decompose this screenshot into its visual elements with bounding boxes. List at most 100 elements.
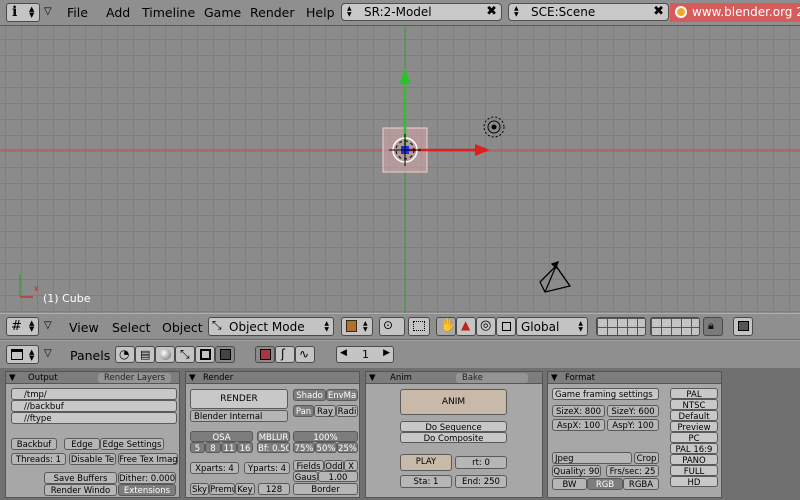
3d-viewport[interactable]: x (1) Cube [0,26,800,313]
preset-pal169[interactable]: PAL 16:9 [670,443,718,454]
do-composite-toggle[interactable]: Do Composite [400,432,507,443]
render-engine-menu[interactable]: Blender Internal [190,410,288,422]
context-object-button[interactable]: ⤡ [175,346,195,363]
osa-16[interactable]: 16 [237,442,253,453]
scale-manip-button[interactable] [496,317,516,336]
tab-bake[interactable]: Bake [456,373,528,383]
game-framing-button[interactable]: Game framing settings [552,388,659,400]
editor-type-button[interactable]: # ▲ ▼ [6,317,39,336]
preset-pal[interactable]: PAL [670,388,718,399]
window-type-button[interactable]: i ▲ ▼ [6,3,40,22]
fields-toggle[interactable]: Fields [293,460,324,471]
rgba-toggle[interactable]: RGBA [623,478,659,490]
render-button[interactable]: RENDER [190,389,288,409]
layer-buttons-right[interactable] [650,317,700,336]
scene-name[interactable]: SCE:Scene [531,4,595,20]
rotate-manip-button[interactable]: ◎ [476,317,496,336]
context-logic-button[interactable]: ◔ [115,346,135,363]
menu-render[interactable]: Render [250,5,295,20]
layer-buttons-left[interactable] [596,317,646,336]
shadow-toggle[interactable]: Shado [293,389,326,401]
orientation-label[interactable]: Global [521,320,559,334]
mode-label[interactable]: Object Mode [229,320,305,334]
frame-number[interactable]: 1 [362,348,369,361]
edge-toggle[interactable]: Edge [64,438,100,450]
yparts-field[interactable]: Yparts: 4 [244,462,290,474]
mblur-toggle[interactable]: MBLUR [257,431,290,442]
dotted-frame-button[interactable] [408,317,430,336]
threads-field[interactable]: Threads: 1 [11,453,66,465]
context-scene-button[interactable] [215,346,235,363]
radio-toggle[interactable]: Radi [336,405,358,417]
preset-default[interactable]: Default [670,410,718,421]
close-icon[interactable]: ✖ [486,4,497,20]
lock-layers-button[interactable]: 🔒︎ [703,317,723,336]
menu-help[interactable]: Help [306,5,335,20]
manipulator-toggle[interactable]: ✋ [436,317,456,336]
crop-toggle[interactable]: Crop [634,452,659,464]
sub-render-button[interactable] [255,346,275,363]
osa-11[interactable]: 11 [221,442,237,453]
menu-add[interactable]: Add [106,5,130,20]
backbuf-toggle[interactable]: Backbuf [11,438,57,450]
panels-menu[interactable]: Panels [70,348,110,363]
size-25[interactable]: 25% [337,442,358,453]
sizey-field[interactable]: SizeY: 600 [607,405,659,417]
play-button[interactable]: PLAY [400,454,452,471]
menu-select[interactable]: Select [112,320,151,335]
edge-settings-button[interactable]: Edge Settings [100,438,164,450]
sub-anim-button[interactable]: ʃ [275,346,295,363]
collapse-menu-icon[interactable]: ▽ [44,348,52,359]
right-arrow-icon[interactable]: ▶ [383,348,390,358]
quality-field[interactable]: Quality: 90 [552,465,601,477]
frame-field[interactable]: ◀ 1 ▶ [336,346,394,363]
pan-toggle[interactable]: Pan [293,405,314,417]
gauss-value-field[interactable]: 1.00 [318,471,358,482]
premul-toggle[interactable]: Premu [209,483,235,495]
left-arrow-icon[interactable]: ◀ [340,348,347,358]
output-path-field[interactable]: /tmp/ [11,388,177,400]
bf-field[interactable]: Bf: 0.50 [257,442,290,453]
menu-object[interactable]: Object [162,320,203,335]
osa-5[interactable]: 5 [190,442,205,453]
tile-size-menu[interactable]: 128 [258,483,290,495]
odd-toggle[interactable]: Odd [324,460,344,471]
preset-preview[interactable]: Preview [670,421,718,432]
rgb-toggle[interactable]: RGB [587,478,623,490]
editor-type-button[interactable]: ▲ ▼ [6,345,39,364]
context-script-button[interactable]: ▤ [135,346,155,363]
collapse-menu-icon[interactable]: ▽ [44,6,52,17]
ray-toggle[interactable]: Ray [314,405,336,417]
bw-toggle[interactable]: BW [552,478,587,490]
rt-field[interactable]: rt: 0 [455,456,507,469]
key-toggle[interactable]: Key [235,483,255,495]
menu-timeline[interactable]: Timeline [142,5,195,20]
screen-selector[interactable]: ▲ ▼ SR:2-Model ✖ [341,3,502,21]
disable-tex-toggle[interactable]: Disable Te [69,453,116,465]
context-editing-button[interactable] [195,346,215,363]
close-icon[interactable]: ✖ [653,4,664,20]
pivot-button[interactable]: ⊙ [379,317,405,336]
size-50[interactable]: 50% [315,442,337,453]
tab-anim[interactable]: Anim [390,373,412,383]
preset-hd[interactable]: HD [670,476,718,487]
collapse-arrow-icon[interactable]: ▼ [189,373,196,383]
backbuf-path-field[interactable]: //backbuf [11,400,177,412]
render-view-button[interactable] [733,317,753,336]
context-shading-button[interactable] [155,346,175,363]
size-75[interactable]: 75% [293,442,315,453]
menu-game[interactable]: Game [204,5,241,20]
do-sequence-toggle[interactable]: Do Sequence [400,421,507,432]
collapse-arrow-icon[interactable]: ▼ [369,373,376,383]
x-toggle[interactable]: X [344,460,358,471]
draw-type-button[interactable]: ▲ ▼ [341,317,373,336]
preset-pano[interactable]: PANO [670,454,718,465]
sky-toggle[interactable]: Sky [190,483,209,495]
fps-field[interactable]: Frs/sec: 25 [606,465,659,477]
sizex-field[interactable]: SizeX: 800 [552,405,605,417]
preset-pc[interactable]: PC [670,432,718,443]
collapse-menu-icon[interactable]: ▽ [44,320,52,331]
sub-sound-button[interactable]: ∿ [295,346,315,363]
save-buffers-toggle[interactable]: Save Buffers [44,472,117,484]
xparts-field[interactable]: Xparts: 4 [190,462,239,474]
